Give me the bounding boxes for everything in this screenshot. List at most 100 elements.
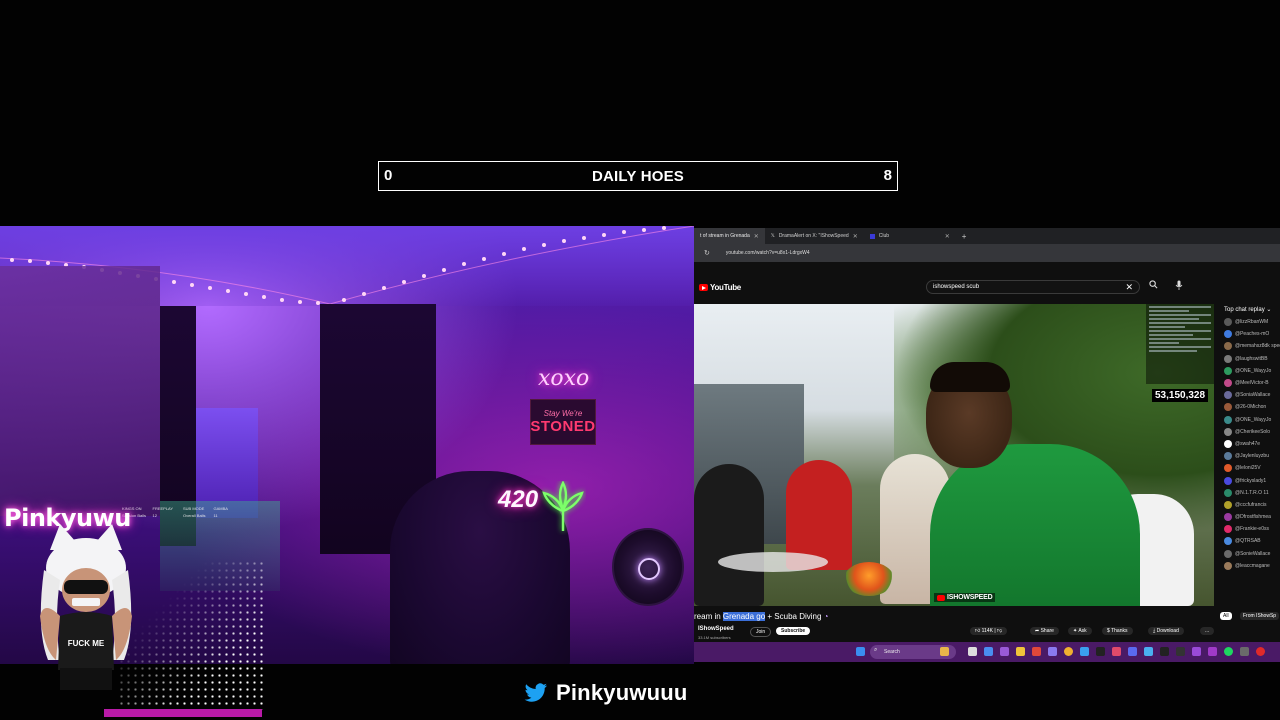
mic-icon[interactable] [1172,280,1186,294]
progress-strip [104,709,262,717]
close-icon[interactable]: ✕ [853,233,858,240]
chat-message[interactable]: @Frankie-e0ss [1214,523,1280,535]
close-icon[interactable]: ✕ [754,233,759,240]
chat-message[interactable]: @leloni25V [1214,462,1280,474]
chat-message[interactable]: @SonieWallace [1214,548,1280,560]
address-bar: ↻ youtube.com/watch?v=u8x1-LdrgxW4 [694,244,1280,262]
chat-header[interactable]: Top chat replay ⌄ [1214,304,1280,316]
app-icon[interactable] [1208,647,1217,656]
chat-message[interactable]: @26-0Michon [1214,401,1280,413]
chat-message[interactable]: @ONE_WayyJo [1214,365,1280,377]
tab-label: t of stream in Grenada [700,233,750,239]
app-icon[interactable] [1112,647,1121,656]
chat-message[interactable]: @laughswitBB [1214,353,1280,365]
join-button[interactable]: Join [750,627,772,637]
chat-message[interactable]: @N.1.T.R.O 11 [1214,487,1280,499]
twitter-handle: Pinkyuwuuu [524,680,688,706]
chat-message[interactable]: @frickyslady1 [1214,474,1280,486]
app-icon[interactable] [1240,647,1249,656]
new-tab-button[interactable]: + [956,232,967,241]
video-player[interactable]: 53,150,328 ISHOWSPEED [694,304,1214,606]
chip-all[interactable]: All [1220,612,1232,620]
app-icon[interactable] [1096,647,1105,656]
browser-tab[interactable]: 𝕏 DramaAlert on X: "IShowSpeed ✕ [765,228,864,244]
search-icon[interactable] [1146,280,1160,294]
youtube-logo[interactable]: YouTube [699,283,741,292]
share-button[interactable]: ➦ Share [1030,627,1059,635]
more-button[interactable]: ... [1200,627,1215,635]
chat-username: @Dfrostfishmea [1235,514,1271,521]
chat-username: @Jaylenluyzbu [1235,453,1269,460]
share-label: Share [1040,628,1054,634]
chat-message[interactable]: @ONE_WayyJo [1214,414,1280,426]
channel-name[interactable]: IShowSpeed [698,626,734,632]
chat-message[interactable]: @lizzRbanWM [1214,316,1280,328]
app-icon[interactable] [968,647,977,656]
windows-start-icon[interactable] [856,647,865,656]
spotify-icon[interactable] [1224,647,1233,656]
download-icon: ⤓ [1153,628,1156,634]
youtube-wordmark: YouTube [710,283,741,292]
like-count: 114K [981,628,993,634]
app-icon[interactable] [1176,647,1185,656]
chat-message[interactable]: @swah47e [1214,438,1280,450]
close-icon[interactable]: ✕ [945,233,950,240]
browser-tab[interactable]: t of stream in Grenada ✕ [694,228,765,244]
watermark-text: ISHOWSPEED [947,594,993,601]
scoreboard-title: DAILY HOES [591,167,685,185]
chat-message[interactable]: @memahsz8dk speed [1214,340,1280,352]
app-icon[interactable] [1144,647,1153,656]
subscribe-button[interactable]: Subscribe [776,627,811,635]
app-icon[interactable] [1128,647,1137,656]
person [694,464,764,606]
search-value: ishowspeed scub [933,284,980,290]
app-icon[interactable] [1032,647,1041,656]
reload-icon[interactable]: ↻ [704,249,710,257]
app-icon[interactable] [1256,647,1265,656]
app-icon[interactable] [1192,647,1201,656]
app-icon[interactable] [1000,647,1009,656]
stat-value: 12 [152,513,157,518]
score-right: 8 [883,167,892,184]
chat-message[interactable]: @Jaylenluyzbu [1214,450,1280,462]
chat-message[interactable]: @leaccmagane [1214,560,1280,572]
chat-message[interactable]: @MeelVictor-B [1214,377,1280,389]
dollar-icon: $ [1107,628,1110,634]
app-icon[interactable] [1160,647,1169,656]
chat-avatar [1224,354,1232,363]
chat-avatar [1224,415,1232,424]
browser-tab[interactable]: Club ✕ [864,228,956,244]
folder-icon[interactable] [1016,647,1025,656]
chat-message[interactable]: @cccfufrancis [1214,499,1280,511]
download-button[interactable]: ⤓ Download [1148,627,1184,635]
chat-username: @cccfufrancis [1235,501,1267,508]
chat-message[interactable]: @SoniaWallace [1214,389,1280,401]
url-field[interactable]: youtube.com/watch?v=u8x1-LdrgxW4 [726,250,810,256]
channel-watermark: ISHOWSPEED [934,593,996,602]
chat-message[interactable]: @CherikeeSolo [1214,426,1280,438]
app-icon[interactable] [1048,647,1057,656]
app-icon[interactable] [984,647,993,656]
avatar-shirt-text: FUCK ME [68,639,105,648]
thanks-button[interactable]: $ Thanks [1102,627,1133,635]
chat-avatar [1224,330,1232,339]
chip-from-channel[interactable]: From IShowSp [1240,612,1280,620]
widget-icon[interactable] [940,647,949,656]
chat-message[interactable]: @QTRSAB [1214,535,1280,547]
video-meta: ream in Grenada go + Scuba Diving ◔ ISho… [694,608,1280,642]
chat-avatar [1224,342,1232,351]
neon-420-sign: 420 [498,486,539,513]
diving-mask-icon: ◔ [823,612,829,621]
like-button[interactable]: 👍︎ 114K | 👎︎ [970,627,1008,635]
search-input[interactable]: ishowspeed scub ✕ [926,280,1140,294]
chat-message[interactable]: @Peaches-mO [1214,328,1280,340]
chat-username: @SoniaWallace [1235,392,1271,399]
app-icon[interactable] [1080,647,1089,656]
chat-username: @CherikeeSolo [1235,428,1271,435]
chat-message[interactable]: @Dfrostfishmea [1214,511,1280,523]
windows-taskbar: ⌕ Search [694,642,1280,662]
chat-avatar [1224,366,1232,375]
clear-search-icon[interactable]: ✕ [1125,282,1133,293]
chrome-icon[interactable] [1064,647,1073,656]
ask-button[interactable]: ✦ Ask [1068,627,1092,635]
